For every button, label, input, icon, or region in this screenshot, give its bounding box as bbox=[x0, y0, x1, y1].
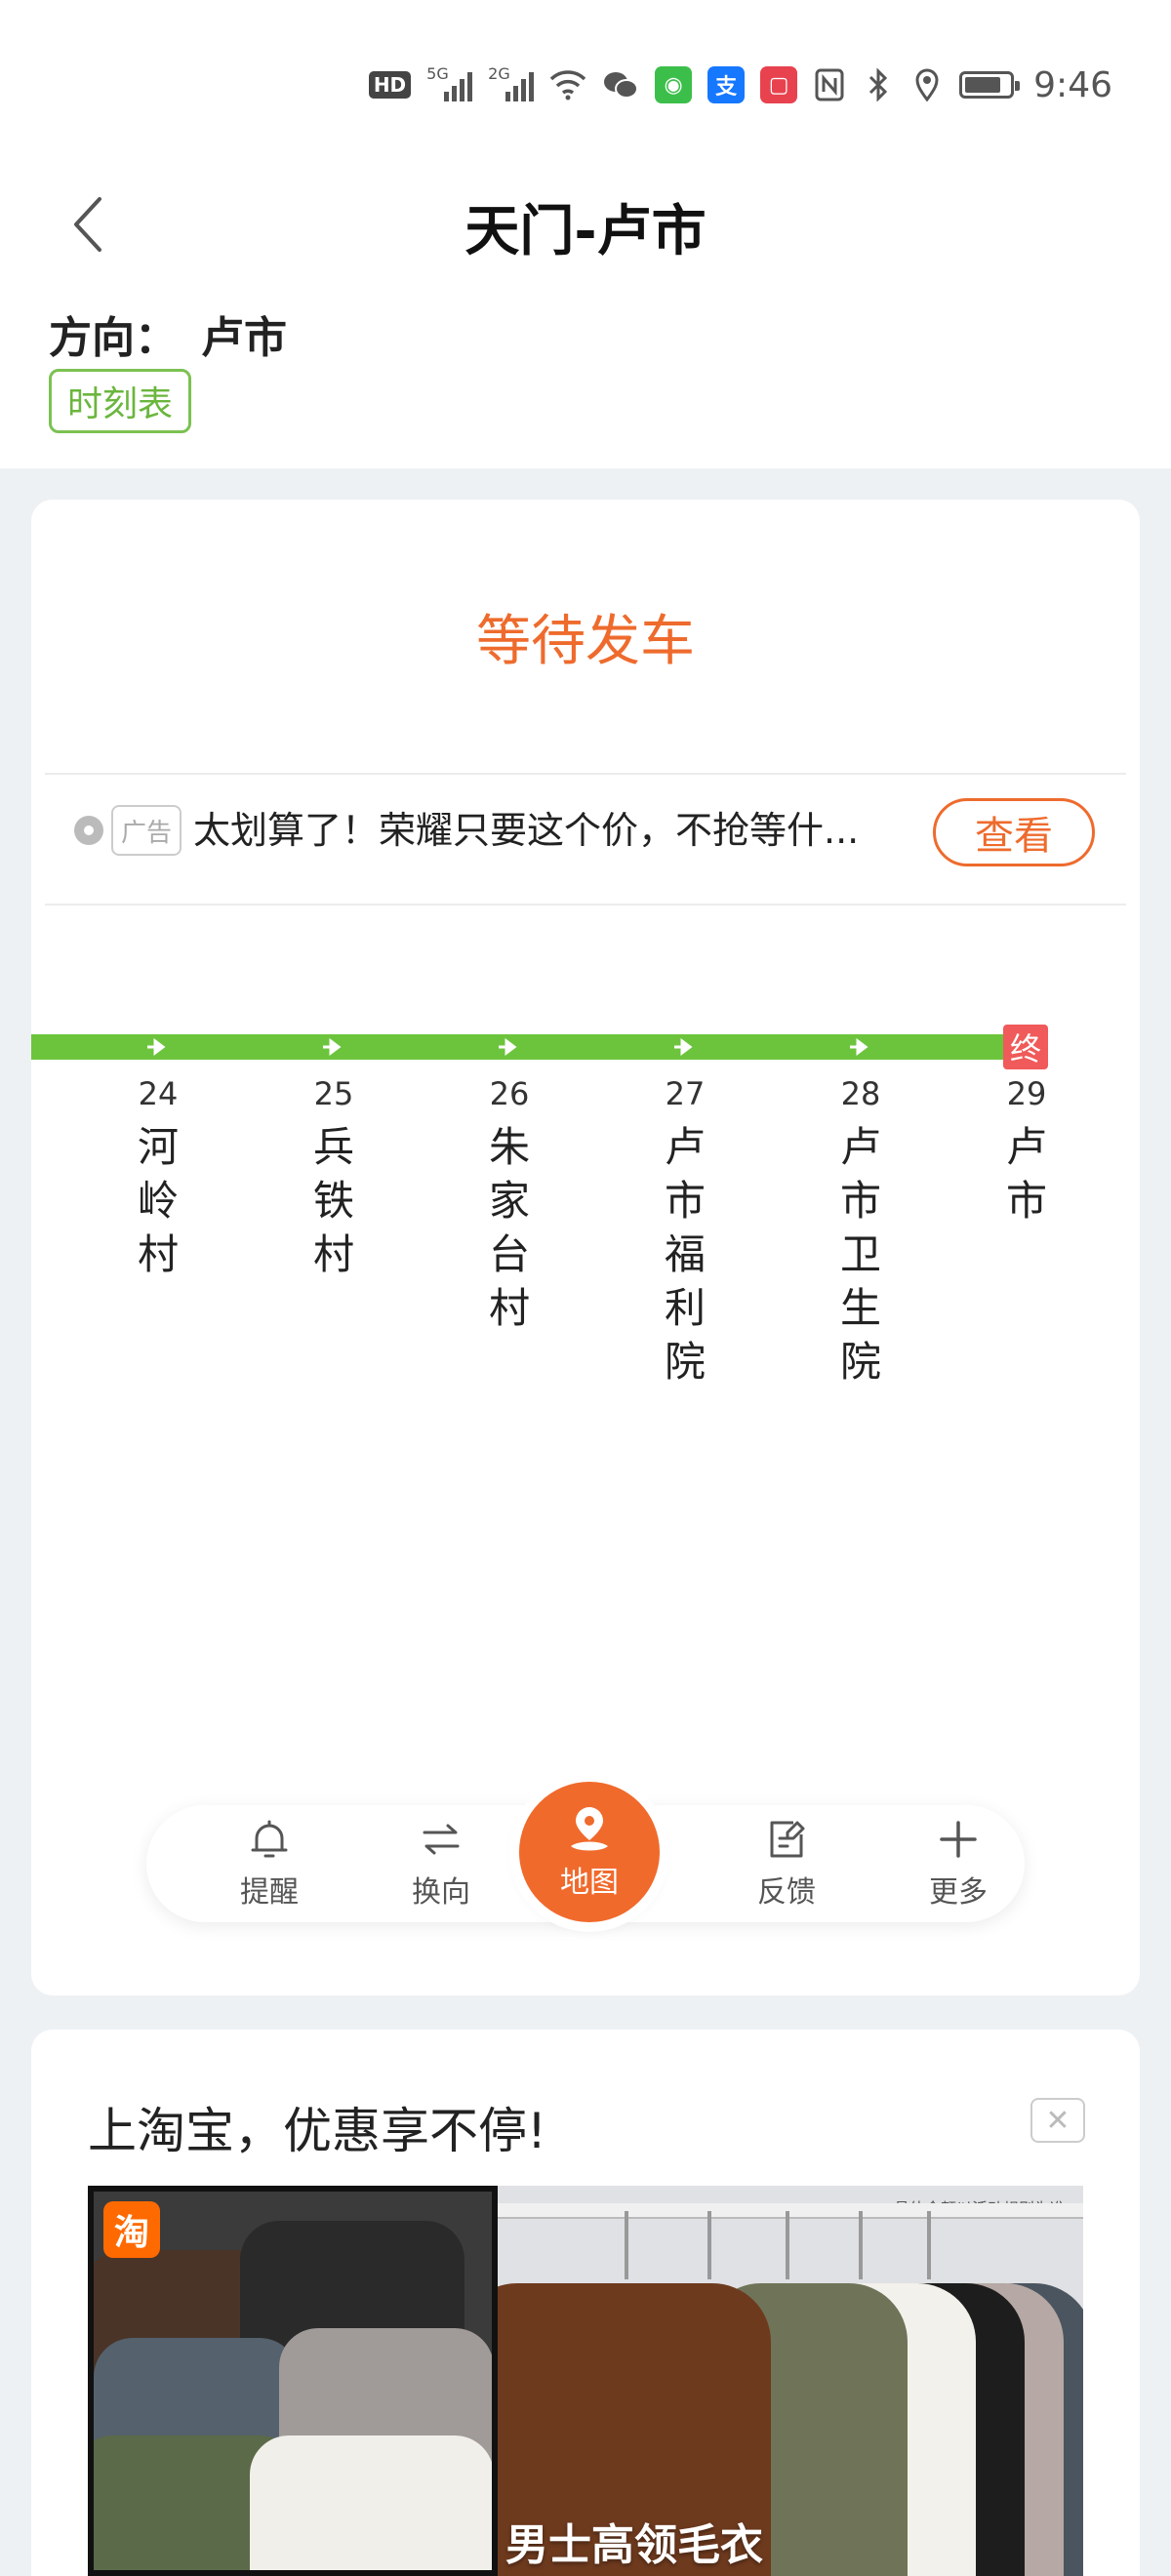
promo-title: 上淘宝，优惠享不停! bbox=[88, 2103, 547, 2159]
ad-badge: 广告 bbox=[111, 805, 182, 856]
stop-item[interactable]: 24 河岭村 bbox=[100, 1073, 217, 1281]
stop-number: 25 bbox=[313, 1075, 354, 1112]
bluetooth-icon bbox=[862, 65, 895, 104]
ad-banner[interactable]: 广告 太划算了！荣耀只要这个价，不抢等什... 查看 bbox=[31, 773, 1140, 890]
map-pin-icon bbox=[571, 1807, 608, 1851]
edit-icon bbox=[770, 1821, 805, 1858]
clock: 9:46 bbox=[1033, 64, 1112, 105]
clothes-rail bbox=[498, 2203, 1083, 2219]
direction-prefix: 方向： bbox=[49, 313, 178, 363]
switch-label: 换向 bbox=[412, 1875, 470, 1910]
stop-name: 卢市卫生院 bbox=[839, 1123, 881, 1386]
page-title: 天门-卢市 bbox=[464, 200, 707, 263]
arrow-right-icon bbox=[847, 1034, 872, 1060]
hd-icon: HD bbox=[368, 65, 412, 104]
hanger-hook bbox=[927, 2211, 931, 2279]
app-icon-red: ▢ bbox=[760, 66, 798, 103]
stop-item[interactable]: 27 卢市福利院 bbox=[626, 1073, 744, 1389]
remind-label: 提醒 bbox=[240, 1875, 299, 1910]
schedule-button[interactable]: 时刻表 bbox=[49, 369, 192, 433]
terminal-badge: 终 bbox=[1003, 1025, 1048, 1069]
arrow-right-icon bbox=[320, 1034, 345, 1060]
bus-status: 等待发车 bbox=[476, 610, 695, 673]
stop-name: 兵铁村 bbox=[312, 1123, 354, 1278]
plus-icon bbox=[940, 1821, 977, 1858]
stop-number: 24 bbox=[138, 1075, 179, 1112]
promo-image-rack[interactable]: 具体金额以活动规则为准 男士高领毛衣 bbox=[498, 2186, 1083, 2576]
bell-icon bbox=[251, 1820, 288, 1858]
direction-value: 卢市 bbox=[201, 313, 287, 363]
stop-name: 河岭村 bbox=[137, 1123, 179, 1278]
stop-name: 卢市福利院 bbox=[664, 1123, 706, 1386]
divider bbox=[45, 904, 1126, 906]
promo-image-sweater-pile[interactable]: 淘 bbox=[88, 2186, 498, 2576]
wechat-icon bbox=[602, 65, 639, 104]
swap-icon bbox=[423, 1824, 460, 1855]
map-label: 地图 bbox=[560, 1866, 619, 1900]
signal-2g-icon: 2G bbox=[488, 64, 535, 101]
hanger-hook bbox=[859, 2211, 863, 2279]
ad-text: 太划算了！荣耀只要这个价，不抢等什... bbox=[193, 809, 860, 852]
remind-button[interactable]: 提醒 bbox=[211, 1805, 328, 1922]
stop-number: 29 bbox=[1006, 1075, 1047, 1112]
close-icon: ✕ bbox=[1045, 2103, 1070, 2138]
hanger-hook bbox=[707, 2211, 711, 2279]
sweater-shape bbox=[250, 2435, 492, 2570]
stop-name: 朱家台村 bbox=[488, 1123, 530, 1332]
stop-number: 26 bbox=[489, 1075, 530, 1112]
view-button[interactable]: 查看 bbox=[933, 798, 1095, 866]
arrow-right-icon bbox=[144, 1034, 170, 1060]
promo-card[interactable]: 上淘宝，优惠享不停! ✕ 淘 具体金额以活动规则为准 男士高领毛衣 bbox=[31, 2030, 1140, 2576]
stop-number: 28 bbox=[840, 1075, 881, 1112]
location-icon bbox=[910, 65, 944, 104]
app-icon-green: ◉ bbox=[655, 66, 693, 103]
direction-label: 方向： 卢市 bbox=[49, 302, 287, 365]
nfc-icon bbox=[813, 65, 846, 104]
hanger-hook bbox=[625, 2211, 628, 2279]
close-button[interactable]: ✕ bbox=[1030, 2098, 1085, 2143]
promo-caption: 男士高领毛衣 bbox=[505, 2520, 763, 2570]
arrow-right-icon bbox=[496, 1034, 521, 1060]
more-button[interactable]: 更多 bbox=[900, 1805, 1017, 1922]
status-bar: HD 5G 2G ◉ 支 ▢ 9:46 bbox=[0, 0, 1171, 166]
signal-5g-icon: 5G bbox=[426, 64, 473, 101]
stop-item[interactable]: 25 兵铁村 bbox=[275, 1073, 392, 1281]
taobao-logo: 淘 bbox=[103, 2201, 160, 2258]
route-card: 等待发车 广告 太划算了！荣耀只要这个价，不抢等什... 查看 终 24 河岭村… bbox=[31, 500, 1140, 1995]
map-button[interactable]: 地图 bbox=[519, 1782, 660, 1922]
wifi-icon bbox=[549, 65, 586, 104]
battery-icon bbox=[959, 71, 1021, 99]
more-label: 更多 bbox=[929, 1875, 988, 1910]
stop-item[interactable]: 28 卢市卫生院 bbox=[802, 1073, 919, 1389]
header: 天门-卢市 方向： 卢市 时刻表 bbox=[0, 166, 1171, 468]
hanger-hook bbox=[786, 2211, 789, 2279]
arrow-right-icon bbox=[671, 1034, 697, 1060]
alipay-icon: 支 bbox=[707, 66, 746, 103]
feedback-button[interactable]: 反馈 bbox=[728, 1805, 845, 1922]
eye-icon bbox=[74, 816, 103, 845]
switch-direction-button[interactable]: 换向 bbox=[383, 1805, 500, 1922]
stop-name: 卢市 bbox=[1005, 1123, 1047, 1225]
stop-number: 27 bbox=[665, 1075, 706, 1112]
feedback-label: 反馈 bbox=[757, 1875, 816, 1910]
stop-item[interactable]: 26 朱家台村 bbox=[451, 1073, 568, 1335]
stop-item[interactable]: 29 卢市 bbox=[968, 1073, 1085, 1228]
